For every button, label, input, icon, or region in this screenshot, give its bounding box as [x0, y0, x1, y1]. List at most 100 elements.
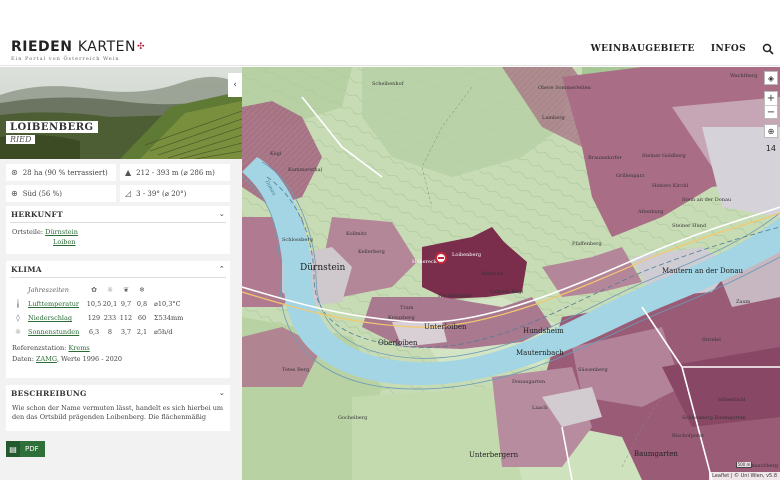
selected-ried-marker[interactable]: [435, 252, 447, 264]
map-label-ried[interactable]: Loibenberg: [452, 252, 481, 258]
map-label-ried[interactable]: Kummersthal: [288, 167, 322, 173]
nav-infos[interactable]: INFOS: [711, 44, 746, 54]
map-label-ried[interactable]: Steiner Goldberg: [642, 153, 686, 159]
map-label-ried[interactable]: Tram: [400, 305, 413, 311]
map-label-ried[interactable]: Zaum: [736, 299, 750, 305]
layers-button[interactable]: ◈: [764, 71, 778, 85]
ref-label: Referenzstation:: [12, 344, 67, 352]
klima-value: 112: [119, 314, 133, 322]
collapse-sidebar-button[interactable]: ‹: [228, 73, 242, 97]
area-icon: ⊛: [11, 168, 18, 177]
search-icon[interactable]: [762, 43, 774, 55]
map-label-ried[interactable]: Hochstrasser: [438, 293, 472, 299]
map-label-town[interactable]: Hundsheim: [523, 327, 564, 335]
crosshair-icon: ⊕: [767, 127, 775, 136]
map-label-town[interactable]: Mautern an der Donau: [662, 267, 743, 275]
nav-weinbaugebiete[interactable]: WEINBAUGEBIETE: [591, 44, 695, 54]
klima-value: 0,8: [136, 300, 148, 308]
herkunft-panel: HERKUNFT ⌄ Ortsteile: Dürnstein Loiben: [6, 206, 230, 254]
pdf-download-button[interactable]: ▤ PDF: [6, 441, 45, 457]
chevron-down-icon[interactable]: ⌄: [217, 388, 227, 398]
klima-label-sunshine[interactable]: Sonnenstunden: [28, 328, 86, 336]
map-label-ried[interactable]: Kellerberg: [358, 249, 385, 255]
divider: [10, 222, 226, 223]
ortsteile-row-2: Loiben: [6, 238, 230, 246]
vineyard-map[interactable]: Dürnstein Mautern an der Donau Unterloib…: [242, 67, 780, 480]
map-label-town[interactable]: Unterbergern: [469, 451, 518, 459]
klima-avg: ⌀10,3°C: [154, 300, 181, 308]
map-label-ried[interactable]: Pfaffenberg: [572, 241, 602, 247]
map-label-ried[interactable]: Obere Sommerleiten: [538, 85, 591, 91]
ried-name: LOIBENBERG: [6, 121, 98, 133]
compass-icon: ⊕: [11, 189, 18, 198]
map-label-ried[interactable]: Lamberg: [542, 115, 565, 121]
map-label-ried[interactable]: Kreutles: [482, 271, 503, 277]
ortsteil-link-loiben[interactable]: Loiben: [53, 238, 76, 246]
map-label-ried[interactable]: Steiner Hund: [672, 223, 706, 229]
site-logo[interactable]: RIEDEN KARTEN✣ Ein Portal von Österreich…: [11, 40, 145, 62]
map-label-ried[interactable]: Strudel: [702, 337, 721, 343]
map-label-ried[interactable]: Hinters Kirchl: [652, 183, 688, 189]
map-label-ried[interactable]: Laach: [532, 405, 547, 411]
klima-label-precipitation[interactable]: Niederschlag: [28, 314, 86, 322]
klima-header[interactable]: KLIMA ⌃: [6, 261, 230, 277]
beschreibung-header[interactable]: BESCHREIBUNG ⌄: [6, 385, 230, 401]
rain-icon: ◊: [16, 314, 20, 322]
map-label-ried[interactable]: Wachtberg: [730, 73, 757, 79]
ref-station-link[interactable]: Krems: [68, 344, 89, 352]
map-label-ried[interactable]: Donaugarten: [512, 379, 545, 385]
klima-avg: Σ534mm: [154, 314, 184, 322]
map-label-ried[interactable]: Grillenparz: [616, 173, 645, 179]
klima-label-temperature[interactable]: Lufttemperatur: [28, 300, 86, 308]
ortsteil-link-duernstein[interactable]: Dürnstein: [45, 228, 78, 236]
map-label-ried[interactable]: Kögl: [270, 151, 281, 157]
zoom-control: + −: [764, 91, 778, 119]
klima-value: 20,1: [102, 300, 118, 308]
herkunft-header[interactable]: HERKUNFT ⌄: [6, 206, 230, 222]
klima-value: 129: [87, 314, 101, 322]
map-label-town[interactable]: Baumgarten: [634, 450, 678, 458]
site-header: RIEDEN KARTEN✣ Ein Portal von Österreich…: [0, 0, 780, 66]
data-source-link[interactable]: ZAMG: [36, 355, 57, 363]
chevron-up-icon[interactable]: ⌃: [217, 264, 227, 274]
map-label-town[interactable]: Mauternbach: [516, 349, 564, 357]
ortsteile-label: Ortsteile:: [12, 228, 44, 236]
map-label-town[interactable]: Dürnstein: [300, 263, 345, 273]
document-icon: ▤: [6, 441, 20, 457]
locate-button[interactable]: ⊕: [764, 124, 778, 138]
info-sidebar: LOIBENBERG RIED ‹ ⊛ 28 ha (90 % terrassie…: [0, 67, 242, 480]
map-label-town[interactable]: Unterloiben: [424, 323, 467, 331]
map-label-ried[interactable]: Schlossberg: [282, 237, 313, 243]
autumn-icon: ❦: [123, 286, 129, 294]
map-label-ried[interactable]: Schlossberg Baumgarten: [682, 415, 746, 421]
map-label-town[interactable]: Stein an der Donau: [682, 197, 731, 203]
logo-mark-icon: ✣: [136, 42, 145, 52]
map-label-ried[interactable]: Süssenberg: [578, 367, 608, 373]
map-label-ried[interactable]: Altenburg: [638, 209, 663, 215]
map-label-ried[interactable]: Loibner Bügl: [490, 289, 523, 295]
map-label-ried[interactable]: Silberbichl: [718, 397, 746, 403]
map-label-ried[interactable]: Bischofpoint: [672, 433, 704, 439]
map-label-ried[interactable]: Kollmitz: [346, 231, 367, 237]
ried-photo: LOIBENBERG RIED: [0, 67, 242, 159]
logo-text-rieden: RIEDEN: [11, 39, 73, 55]
klima-value: 9,7: [120, 300, 132, 308]
map-label-ried[interactable]: Gochelberg: [338, 415, 367, 421]
map-attribution[interactable]: Leaflet | © Uni Wien, v5.8: [709, 472, 780, 480]
map-label-ried[interactable]: Kreuzberg: [388, 315, 415, 321]
zoom-in-button[interactable]: +: [765, 92, 777, 106]
map-scale: 500 m: [736, 462, 752, 468]
map-label-ried[interactable]: Scheibenhof: [372, 81, 403, 87]
slope-icon: ◿: [125, 189, 132, 198]
klima-data-source: Daten: ZAMG, Werte 1996 - 2020: [6, 355, 230, 363]
klima-value: 10,5: [86, 300, 102, 308]
map-label-ried[interactable]: Höhereck: [412, 259, 437, 265]
map-label-ried[interactable]: Totes Berg: [282, 367, 309, 373]
zoom-out-button[interactable]: −: [765, 106, 777, 119]
chevron-down-icon[interactable]: ⌄: [217, 209, 227, 219]
klima-value: 2,1: [136, 328, 148, 336]
winter-icon: ❄: [139, 286, 145, 294]
map-label-town[interactable]: Oberloiben: [378, 339, 418, 347]
ried-type: RIED: [6, 135, 36, 144]
map-label-ried[interactable]: Braunsdorfer: [588, 155, 622, 161]
